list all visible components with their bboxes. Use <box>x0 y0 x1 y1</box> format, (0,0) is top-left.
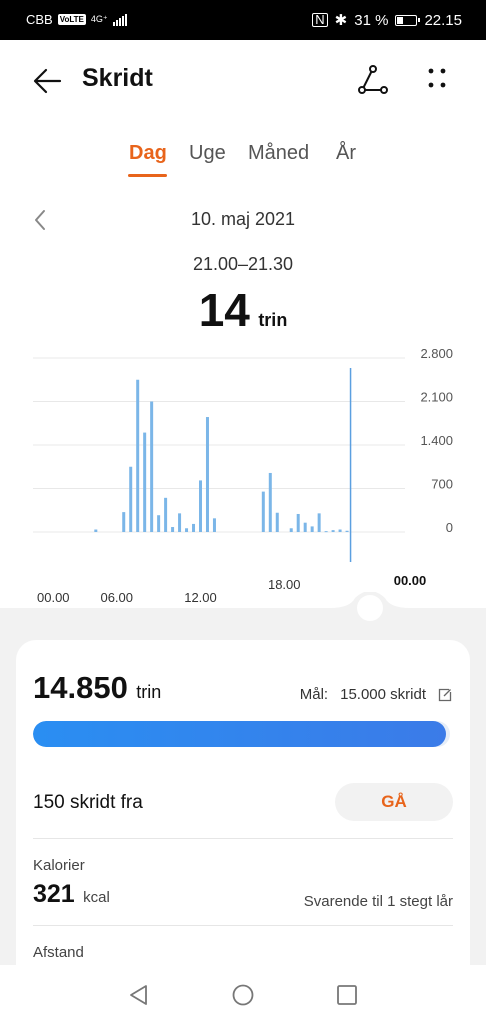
chart-bar <box>275 512 279 532</box>
selected-steps-value: 14 <box>198 284 250 336</box>
go-button[interactable]: GÅ <box>335 783 453 821</box>
chart-bar <box>171 527 175 532</box>
chart-bar <box>345 530 349 532</box>
chart-bar <box>157 515 161 532</box>
goal-label: Mål: <box>299 686 329 703</box>
chart-bar <box>324 531 328 533</box>
chart-bar <box>143 432 147 532</box>
edit-goal-icon[interactable] <box>438 688 452 702</box>
chart-bar <box>199 480 202 532</box>
y-tick-label: 2.100 <box>420 390 453 405</box>
share-button[interactable] <box>356 63 390 97</box>
calories-value-group: 321 kcal <box>33 880 110 909</box>
chart-bar <box>129 466 133 532</box>
bluetooth-icon: ✱ <box>334 12 348 29</box>
clock: 22.15 <box>424 11 462 29</box>
chart-bar <box>310 526 314 532</box>
back-button[interactable] <box>30 64 64 98</box>
tab-year[interactable]: År <box>336 142 356 165</box>
nav-home-icon[interactable] <box>232 984 254 1006</box>
goal-info: Mål: 15.000 skridt <box>300 686 452 703</box>
remaining-row: 150 skridt fra GÅ <box>33 778 453 826</box>
x-tick-label: 18.00 <box>268 577 301 592</box>
chart-bar <box>122 512 126 532</box>
volte-badge: VoLTE <box>57 14 86 25</box>
sheet-notch <box>330 592 410 621</box>
date-navigator: 10. maj 2021 <box>0 205 486 235</box>
chart-bar <box>94 529 98 532</box>
chart-bar <box>192 523 196 532</box>
period-tabs: Dag Uge Måned År <box>0 142 486 180</box>
goal-value: 15.000 skridt <box>340 686 426 703</box>
chart-bar <box>164 497 168 532</box>
x-tick-label: 00.00 <box>394 573 427 588</box>
remaining-steps-text: 150 skridt fra <box>33 792 143 813</box>
y-tick-label: 1.400 <box>420 433 453 448</box>
chart-bar <box>303 522 307 532</box>
active-tab-indicator <box>128 174 167 177</box>
steps-chart-svg: 2.8002.1001.400700000.00 06.00 12.0018.00 0… <box>33 346 453 605</box>
tab-day[interactable]: Dag <box>129 142 167 165</box>
calories-label: Kalorier <box>33 857 85 874</box>
system-nav-bar <box>0 965 486 1024</box>
chart-bar <box>212 518 216 532</box>
distance-label: Afstand <box>33 944 84 961</box>
chart-bar <box>136 379 140 532</box>
calories-equivalent: Svarende til 1 stegt lår <box>303 893 453 910</box>
daily-total-value: 14.850 <box>33 670 128 705</box>
chart-bar <box>268 472 272 532</box>
daily-total: 14.850 trin <box>33 670 161 706</box>
y-tick-label: 0 <box>446 520 453 535</box>
chart-bar <box>261 491 265 532</box>
divider <box>33 925 453 926</box>
y-tick-label: 700 <box>431 477 453 492</box>
nav-recent-apps-icon[interactable] <box>336 984 358 1006</box>
page-title: Skridt <box>82 64 153 92</box>
daily-total-unit: trin <box>136 682 162 702</box>
divider <box>33 838 453 839</box>
tab-week[interactable]: Uge <box>189 142 226 165</box>
goal-progress-fill <box>33 721 446 747</box>
chart-bar <box>317 513 321 532</box>
chart-bar <box>205 417 209 532</box>
calories-unit: kcal <box>83 889 110 906</box>
tab-month[interactable]: Måned <box>248 142 309 165</box>
chart-bar <box>338 529 342 532</box>
steps-chart[interactable]: 2.800 2.100 1.400 700 0 00.00 06.00 12.00 18.00 0… <box>0 340 486 620</box>
chart-bar <box>296 513 300 532</box>
goal-progress-bar <box>33 721 450 747</box>
arrow-left-icon <box>33 68 62 94</box>
chart-bar <box>289 528 293 532</box>
nav-back-icon[interactable] <box>128 984 150 1006</box>
battery-icon <box>395 14 421 26</box>
status-bar: CBB VoLTE 4G⁺ N ✱ 31 % 22.15 <box>0 0 486 40</box>
selected-steps-unit: trin <box>258 310 288 330</box>
y-tick-label: 2.800 <box>420 346 453 361</box>
signal-icon <box>112 13 127 26</box>
app-bar: Skridt <box>0 40 486 120</box>
date-label: 10. maj 2021 <box>190 209 296 229</box>
more-options-button[interactable] <box>420 63 454 97</box>
share-icon <box>358 65 388 94</box>
calories-value: 321 <box>33 880 75 908</box>
more-dots-icon <box>428 68 446 88</box>
chart-bar <box>150 401 154 532</box>
network-type: 4G⁺ <box>90 14 108 24</box>
chart-bar <box>331 530 335 532</box>
selected-time-range: 21.00–21.30 <box>192 254 294 274</box>
selected-steps: 14 trin <box>0 283 486 337</box>
chart-bar <box>185 528 189 532</box>
carrier-label: CBB <box>26 12 53 27</box>
battery-percent: 31 % <box>354 11 389 29</box>
nfc-icon: N <box>312 13 328 27</box>
chart-bar <box>178 513 182 532</box>
